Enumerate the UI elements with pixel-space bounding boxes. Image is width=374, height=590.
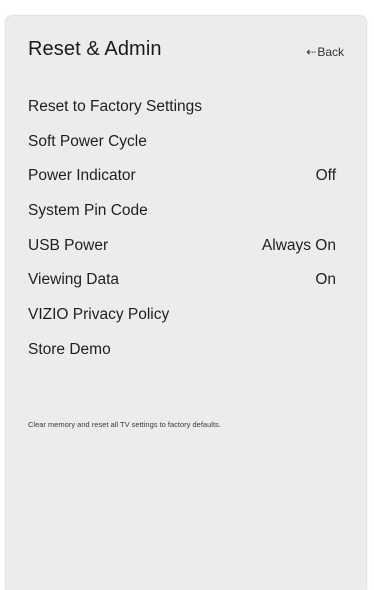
menu-item-soft-power-cycle[interactable]: Soft Power Cycle [28,133,336,168]
arrow-left-icon: ⇠ [306,45,317,59]
page-title: Reset & Admin [28,38,162,60]
back-button[interactable]: ⇠ Back [306,45,344,59]
menu-item-value: On [315,271,336,289]
settings-panel: Reset & Admin ⇠ Back Reset to Factory Se… [6,16,366,590]
menu-item-store-demo[interactable]: Store Demo [28,341,336,376]
menu-item-label: Power Indicator [28,167,136,185]
menu-item-viewing-data[interactable]: Viewing Data On [28,271,336,306]
menu-item-power-indicator[interactable]: Power Indicator Off [28,167,336,202]
panel-header: Reset & Admin ⇠ Back [28,38,344,68]
menu-item-value: Always On [261,236,336,254]
menu-item-reset-factory[interactable]: Reset to Factory Settings [28,98,336,133]
menu-item-label: VIZIO Privacy Policy [28,306,170,324]
menu-item-label: System Pin Code [28,202,148,220]
menu-item-value: Off [315,167,336,185]
back-label: Back [317,45,344,59]
menu-item-label: Soft Power Cycle [28,132,147,150]
menu-item-privacy-policy[interactable]: VIZIO Privacy Policy [28,306,336,341]
menu-item-label: Store Demo [28,340,111,358]
menu-item-label: USB Power [28,236,109,254]
menu-item-label: Reset to Factory Settings [28,98,203,115]
menu-item-usb-power[interactable]: USB Power Always On [28,237,336,272]
settings-menu: Reset to Factory Settings Soft Power Cyc… [28,98,336,376]
menu-item-label: Viewing Data [28,271,120,289]
menu-item-system-pin-code[interactable]: System Pin Code [28,202,336,237]
item-description: Clear memory and reset all TV settings t… [28,420,221,429]
